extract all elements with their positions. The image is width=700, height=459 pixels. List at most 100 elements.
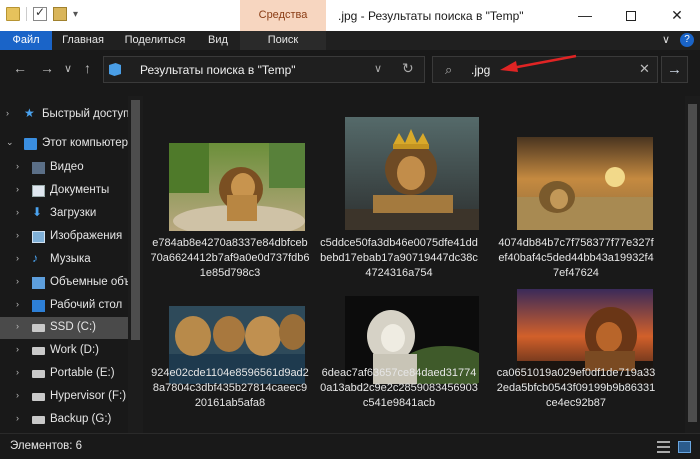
sidebar-item-pictures[interactable]: › Изображения — [0, 226, 128, 248]
expand-chevron-icon[interactable]: › — [6, 108, 9, 118]
file-tile[interactable]: c5ddce50fa3db46e0075dfe41ddbebd17ebab17a… — [319, 116, 479, 279]
recent-locations-button[interactable]: ∨ — [64, 62, 72, 75]
expand-chevron-icon[interactable]: › — [16, 344, 19, 354]
sidebar-item-label: Этот компьютер — [42, 137, 128, 149]
minimize-button[interactable]: — — [562, 0, 608, 31]
annotation-arrow-line — [511, 54, 577, 70]
sidebar-item-videos[interactable]: › Видео — [0, 157, 128, 179]
tab-file[interactable]: Файл — [0, 31, 52, 50]
sidebar-item-label: SSD (C:) — [50, 321, 96, 333]
address-row: ← → ∨ ↑ Результаты поиска в "Temp" ∨ ↻ ⌕… — [0, 50, 700, 88]
expand-chevron-icon[interactable]: › — [16, 184, 19, 194]
sidebar-item-label: Portable (E:) — [50, 367, 115, 379]
pictures-icon — [32, 231, 45, 243]
sidebar-item-drive-c[interactable]: › SSD (C:) — [0, 317, 128, 339]
file-tile[interactable]: 924e02cde1104e8596561d9ad28a7804c3dbf435… — [150, 286, 310, 436]
file-view: e784ab8e4270a8337e84dbfceb70a6624412b7af… — [143, 96, 685, 433]
file-name: e784ab8e4270a8337e84dbfceb70a6624412b7af… — [150, 237, 310, 279]
search-go-button[interactable]: → — [661, 56, 688, 83]
expand-chevron-icon[interactable]: › — [16, 207, 19, 217]
annotation-arrow-head — [500, 61, 518, 72]
search-results-icon — [109, 63, 121, 76]
back-button[interactable]: ← — [13, 60, 27, 76]
expand-chevron-icon[interactable]: › — [16, 161, 19, 171]
expand-chevron-icon[interactable]: › — [16, 390, 19, 400]
properties-icon[interactable] — [33, 5, 47, 21]
address-dropdown-button[interactable]: ∨ — [374, 62, 382, 75]
clear-search-button[interactable]: ✕ — [639, 61, 650, 77]
sidebar-item-drive-f[interactable]: › Hypervisor (F:) — [0, 386, 128, 408]
ribbon-controls: ∨ ? — [662, 33, 694, 47]
desktop-icon — [32, 300, 45, 312]
file-tile[interactable]: 6deac7af63657ce84daed317740a13abd2c9e2c2… — [319, 286, 479, 436]
sidebar-item-music[interactable]: › ♪ Музыка — [0, 249, 128, 271]
sidebar-item-label: Work (D:) — [50, 344, 99, 356]
annotation-arrow-icon — [500, 54, 577, 72]
search-tools-context-tab: Средства поиска — [240, 0, 326, 52]
expand-chevron-icon[interactable]: › — [16, 253, 19, 263]
drive-icon — [32, 347, 45, 355]
sidebar-item-label: Видео — [50, 161, 84, 173]
video-icon — [32, 162, 45, 174]
file-name: 4074db84b7c7f758377f77e327fef40baf4c5ded… — [498, 237, 654, 279]
star-icon: ★ — [24, 106, 35, 120]
collapse-chevron-icon[interactable]: ⌄ — [6, 137, 14, 148]
forward-button[interactable]: → — [40, 60, 54, 76]
expand-chevron-icon[interactable]: › — [16, 413, 19, 423]
tab-search[interactable]: Поиск — [240, 31, 326, 50]
sidebar-scrollbar[interactable] — [128, 96, 143, 433]
customize-toolbar-icon[interactable]: ▾ — [73, 9, 78, 20]
close-button[interactable]: ✕ — [654, 0, 700, 31]
expand-chevron-icon[interactable]: › — [16, 321, 19, 331]
sidebar-item-quick-access[interactable]: › ★ Быстрый доступ — [0, 104, 129, 126]
maximize-icon — [626, 11, 636, 22]
maximize-button[interactable] — [608, 0, 654, 31]
sidebar-item-drive-g[interactable]: › Backup (G:) — [0, 409, 128, 431]
sidebar-item-drive-d[interactable]: › Work (D:) — [0, 340, 128, 362]
content-scrollbar[interactable] — [685, 96, 700, 433]
expand-chevron-icon[interactable]: › — [16, 367, 19, 377]
tab-home[interactable]: Главная — [54, 31, 112, 50]
expand-chevron-icon[interactable]: › — [16, 230, 19, 240]
expand-ribbon-button[interactable]: ∨ — [662, 33, 670, 47]
drive-icon — [32, 393, 45, 401]
file-tile[interactable]: 4074db84b7c7f758377f77e327fef40baf4c5ded… — [496, 116, 656, 279]
thumbnail-image — [169, 143, 305, 231]
search-input[interactable]: .jpg — [471, 63, 490, 77]
up-button[interactable]: ↑ — [84, 60, 91, 76]
search-icon: ⌕ — [445, 62, 453, 77]
file-tile[interactable]: e784ab8e4270a8337e84dbfceb70a6624412b7af… — [150, 116, 310, 279]
details-view-icon[interactable] — [657, 441, 670, 453]
large-icons-view-icon[interactable] — [678, 441, 691, 453]
new-folder-icon[interactable] — [53, 7, 67, 21]
sidebar-item-documents[interactable]: › Документы — [0, 180, 128, 202]
downloads-icon: ⬇ — [32, 205, 43, 219]
sidebar-item-downloads[interactable]: › ⬇ Загрузки — [0, 203, 128, 225]
help-button[interactable]: ? — [680, 33, 694, 47]
sidebar-item-desktop[interactable]: › Рабочий стол — [0, 295, 128, 317]
quick-access-toolbar: ▾ — [6, 5, 78, 21]
sidebar-item-label: Изображения — [50, 230, 123, 242]
sidebar-item-this-pc[interactable]: ⌄ Этот компьютер — [0, 133, 128, 155]
sidebar-item-3d-objects[interactable]: › Объемные объ — [0, 272, 131, 294]
folder-icon — [6, 7, 20, 21]
sidebar-item-drive-e[interactable]: › Portable (E:) — [0, 363, 128, 385]
sidebar-item-label: Музыка — [50, 253, 91, 265]
file-name: 6deac7af63657ce84daed317740a13abd2c9e2c2… — [320, 367, 478, 409]
sidebar-item-label: Hypervisor (F:) — [50, 390, 127, 402]
expand-chevron-icon[interactable]: › — [16, 299, 19, 309]
status-bar: Элементов: 6 — [0, 433, 700, 459]
drive-icon — [32, 370, 45, 378]
address-bar[interactable]: Результаты поиска в "Temp" ∨ ↻ — [103, 56, 425, 83]
file-tile[interactable]: ca0651019a029ef0df1de719a332eda5bfcb0543… — [496, 286, 656, 436]
content-scrollbar-thumb[interactable] — [688, 104, 697, 422]
tab-share[interactable]: Поделиться — [117, 31, 193, 50]
tab-view[interactable]: Вид — [198, 31, 238, 50]
sidebar-scrollbar-thumb[interactable] — [131, 100, 140, 340]
sidebar-item-label: Документы — [50, 184, 110, 196]
3d-objects-icon — [32, 277, 45, 289]
documents-icon — [32, 185, 45, 197]
expand-chevron-icon[interactable]: › — [16, 276, 19, 286]
image-thumbnail — [345, 117, 479, 230]
refresh-button[interactable]: ↻ — [402, 60, 414, 77]
